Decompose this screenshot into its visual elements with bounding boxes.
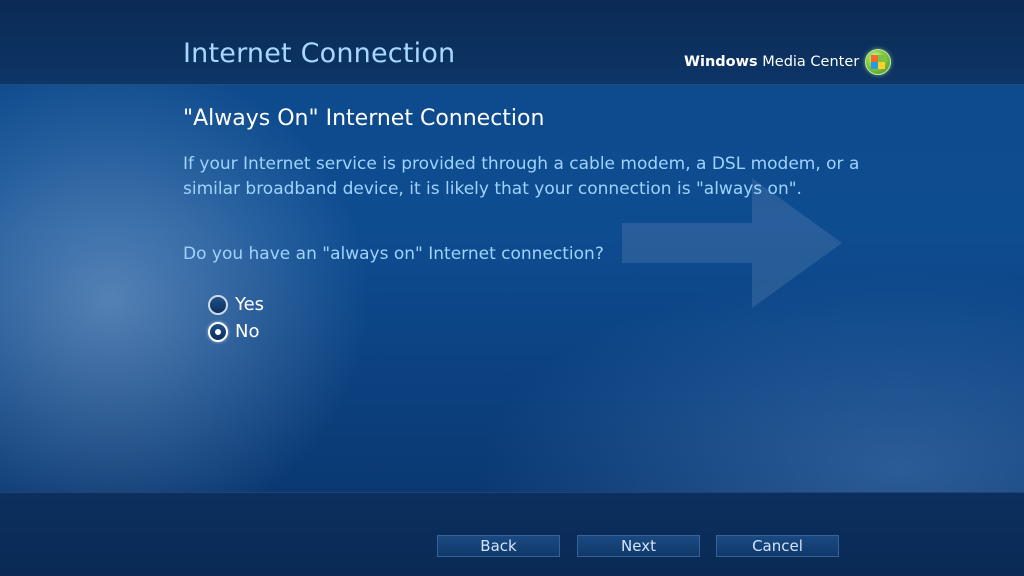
- brand-bold: Windows: [684, 54, 758, 70]
- cancel-button[interactable]: Cancel: [716, 535, 839, 557]
- section-heading: "Always On" Internet Connection: [183, 106, 545, 131]
- brand: Windows Media Center: [684, 49, 892, 75]
- option-no[interactable]: No: [208, 318, 264, 345]
- description-text: If your Internet service is provided thr…: [183, 154, 860, 199]
- radio-group: Yes No: [208, 291, 264, 345]
- option-yes[interactable]: Yes: [208, 291, 264, 318]
- radio-unchecked-icon[interactable]: [208, 294, 228, 315]
- windows-flag-icon: [865, 49, 892, 75]
- question-text: Do you have an "always on" Internet conn…: [183, 244, 604, 264]
- header-bar: Internet Connection Windows Media Center: [0, 0, 1024, 85]
- media-center-screen: Internet Connection Windows Media Center…: [0, 0, 1024, 576]
- brand-text: Windows Media Center: [684, 54, 859, 70]
- footer-bar: [0, 492, 1024, 576]
- option-label: No: [235, 321, 260, 342]
- next-button[interactable]: Next: [577, 535, 700, 557]
- back-button[interactable]: Back: [437, 535, 560, 557]
- radio-checked-icon[interactable]: [208, 321, 228, 342]
- brand-rest: Media Center: [757, 54, 860, 70]
- page-title: Internet Connection: [183, 38, 456, 69]
- option-label: Yes: [235, 294, 265, 315]
